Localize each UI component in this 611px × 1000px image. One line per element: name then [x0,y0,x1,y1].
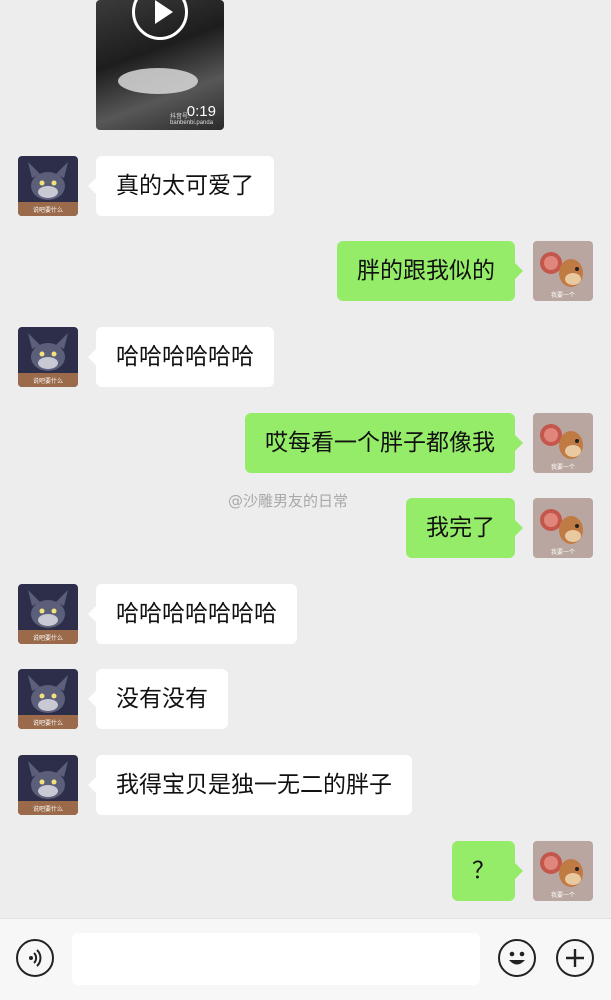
message-bubble[interactable]: ？ [452,841,523,901]
plus-button[interactable] [556,939,594,977]
svg-text:说吧要什么: 说吧要什么 [33,377,63,385]
svg-text:说吧要什么: 说吧要什么 [33,719,63,727]
svg-text:说吧要什么: 说吧要什么 [33,206,63,214]
message-row: 说吧要什么 我得宝贝是独一无二的胖子 [0,755,611,817]
svg-text:我要一个: 我要一个 [551,463,575,471]
message-row: 胖的跟我似的 我要一个 [0,241,611,303]
message-row: 说吧要什么 真的太可爱了 [0,156,611,218]
message-input[interactable] [72,933,480,985]
video-frame-detail [118,68,198,94]
jerry-mouse-icon: 我要一个 [533,241,593,301]
contact-avatar[interactable]: 说吧要什么 [18,156,78,216]
contact-avatar[interactable]: 说吧要什么 [18,327,78,387]
message-row: ？ 我要一个 [0,841,611,903]
contact-avatar[interactable]: 说吧要什么 [18,669,78,729]
voice-icon [29,949,42,967]
svg-text:说吧要什么: 说吧要什么 [33,634,63,642]
message-row: 说吧要什么 没有没有 [0,669,611,731]
contact-avatar[interactable]: 说吧要什么 [18,755,78,815]
message-bubble[interactable]: 哈哈哈哈哈哈哈 [88,584,297,644]
chat-area: 抖音号: banbenbi.panda 0:19 说吧要什么 真的太可爱了 胖的… [0,0,611,918]
message-bubble[interactable]: 哎每看一个胖子都像我 [245,413,523,473]
svg-text:我要一个: 我要一个 [551,891,575,899]
jerry-mouse-icon: 我要一个 [533,841,593,901]
play-icon[interactable] [132,0,188,40]
emoji-icon [509,951,525,965]
tom-cat-icon: 说吧要什么 [18,669,78,729]
video-thumbnail[interactable]: 抖音号: banbenbi.panda 0:19 [96,0,224,130]
message-bubble[interactable]: 哈哈哈哈哈哈 [88,327,274,387]
user-avatar[interactable]: 我要一个 [533,498,593,558]
message-row: 说吧要什么 哈哈哈哈哈哈 [0,327,611,389]
video-message: 抖音号: banbenbi.panda 0:19 [0,0,611,130]
message-bubble[interactable]: 我完了 [406,498,523,558]
message-bubble[interactable]: 没有没有 [88,669,228,729]
message-row: 哎每看一个胖子都像我 我要一个 [0,413,611,475]
message-row: 我完了 我要一个 [0,498,611,560]
user-avatar[interactable]: 我要一个 [533,413,593,473]
jerry-mouse-icon: 我要一个 [533,498,593,558]
tom-cat-icon: 说吧要什么 [18,584,78,644]
svg-text:我要一个: 我要一个 [551,548,575,556]
contact-avatar[interactable]: 说吧要什么 [18,584,78,644]
user-avatar[interactable]: 我要一个 [533,841,593,901]
jerry-mouse-icon: 我要一个 [533,413,593,473]
input-toolbar [0,918,611,1000]
tom-cat-icon: 说吧要什么 [18,755,78,815]
plus-icon [566,949,584,967]
svg-text:说吧要什么: 说吧要什么 [33,805,63,813]
user-avatar[interactable]: 我要一个 [533,241,593,301]
message-row: 说吧要什么 哈哈哈哈哈哈哈 [0,584,611,646]
svg-text:我要一个: 我要一个 [551,291,575,299]
emoji-button[interactable] [498,939,536,977]
tom-cat-icon: 说吧要什么 [18,327,78,387]
voice-button[interactable] [16,939,54,977]
message-bubble[interactable]: 我得宝贝是独一无二的胖子 [88,755,412,815]
message-bubble[interactable]: 胖的跟我似的 [337,241,523,301]
tom-cat-icon: 说吧要什么 [18,156,78,216]
message-bubble[interactable]: 真的太可爱了 [88,156,274,216]
video-duration: 0:19 [186,103,216,120]
